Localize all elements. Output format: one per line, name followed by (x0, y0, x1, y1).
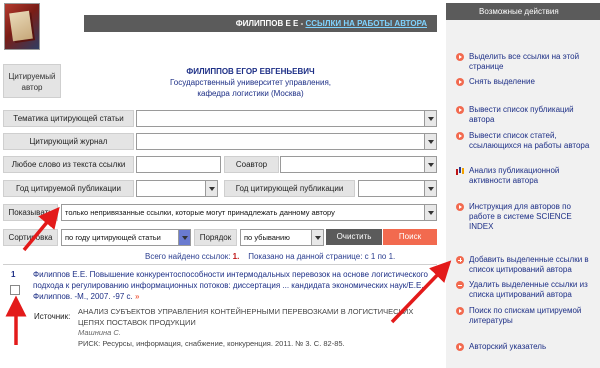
chevron-down-icon[interactable] (178, 230, 190, 245)
action-search-references[interactable]: Поиск по спискам цитируемой литературы (456, 306, 596, 326)
source-author: Машнина С. (78, 328, 121, 337)
filter-row-years: Год цитируемой публикации Год цитирующей… (3, 180, 437, 197)
source-publication: РИСК: Ресурсы, информация, снабжение, ко… (78, 338, 345, 348)
search-button[interactable]: Поиск (383, 229, 437, 245)
chevron-down-icon[interactable] (205, 181, 217, 196)
source-label: Источник: (34, 312, 71, 321)
found-prefix: Всего найдено ссылок: (145, 252, 233, 261)
actions-panel-title: Возможные действия (446, 3, 600, 20)
order-label: Порядок (194, 229, 237, 246)
journal-select[interactable] (136, 133, 437, 150)
citing-year-label: Год цитирующей публикации (224, 180, 355, 197)
topic-label: Тематика цитирующей статьи (3, 110, 134, 127)
chevron-down-icon[interactable] (424, 111, 436, 126)
sort-select-value: по году цитирующей статьи (65, 233, 161, 242)
arrow-bullet-icon (456, 106, 464, 114)
action-add-selected-label[interactable]: Добавить выделенные ссылки в список цити… (456, 255, 596, 275)
action-publication-analysis-label[interactable]: Анализ публикационной активности автора (456, 166, 596, 186)
clear-button[interactable]: Очистить (326, 229, 382, 245)
cited-author-label-line2: автор (21, 83, 43, 92)
more-arrow-icon[interactable]: » (135, 292, 139, 301)
found-count: 1. (232, 252, 240, 261)
show-label: Показывать (3, 204, 58, 221)
action-instructions-label[interactable]: Инструкция для авторов по работе в систе… (456, 202, 596, 232)
header-citations-link[interactable]: ССЫЛКИ НА РАБОТЫ АВТОРА (305, 19, 427, 28)
action-add-selected[interactable]: Добавить выделенные ссылки в список цити… (456, 255, 596, 275)
action-citing-articles-label[interactable]: Вывести список статей, ссылающихся на ра… (456, 131, 596, 151)
chevron-down-icon[interactable] (424, 134, 436, 149)
show-select[interactable]: только непривязанные ссылки, которые мог… (61, 204, 437, 221)
action-search-references-label[interactable]: Поиск по спискам цитируемой литературы (456, 306, 596, 326)
action-remove-selected-label[interactable]: Удалить выделенные ссылки из списка цити… (456, 280, 596, 300)
cited-author-label-line1: Цитируемый (8, 72, 56, 81)
source-title[interactable]: АНАЛИЗ СУБЪЕКТОВ УПРАВЛЕНИЯ КОНТЕЙНЕРНЫМ… (78, 307, 418, 328)
action-deselect-label[interactable]: Снять выделение (456, 77, 596, 87)
show-select-value: только непривязанные ссылки, которые мог… (65, 208, 335, 217)
chevron-down-icon[interactable] (424, 157, 436, 172)
anyword-input[interactable] (136, 156, 221, 173)
header-author-name: ФИЛИППОВ Е Е (235, 19, 299, 28)
bar-chart-icon (456, 167, 464, 175)
cited-year-label: Год цитируемой публикации (3, 180, 134, 197)
sort-select[interactable]: по году цитирующей статьи (61, 229, 191, 246)
arrow-bullet-icon (456, 53, 464, 61)
action-author-index[interactable]: Авторский указатель (456, 342, 596, 352)
page-header-bar: ФИЛИППОВ Е Е - ССЫЛКИ НА РАБОТЫ АВТОРА (84, 15, 437, 32)
filter-row-journal: Цитирующий журнал (3, 133, 437, 150)
anyword-label: Любое слово из текста ссылки (3, 156, 134, 173)
record-citation: Филиппов Е.Е. Повышение конкурентоспособ… (33, 269, 428, 302)
filter-row-anyword: Любое слово из текста ссылки Соавтор (3, 156, 437, 173)
citing-year-select[interactable] (358, 180, 437, 197)
action-citing-articles[interactable]: Вывести список статей, ссылающихся на ра… (456, 131, 596, 151)
arrow-bullet-icon (456, 343, 464, 351)
results-divider (3, 264, 437, 265)
filter-row-sort: Сортировка по году цитирующей статьи Пор… (3, 229, 437, 246)
action-author-publications-label[interactable]: Вывести список публикаций автора (456, 105, 596, 125)
author-info: ФИЛИППОВ ЕГОР ЕВГЕНЬЕВИЧ Государственный… (64, 66, 437, 99)
record-checkbox[interactable] (10, 285, 20, 295)
record-citation-text[interactable]: Филиппов Е.Е. Повышение конкурентоспособ… (33, 270, 428, 301)
plus-icon (456, 256, 464, 264)
shown-range-text: Показано на данной странице: с 1 по 1. (248, 252, 396, 261)
arrow-bullet-icon (456, 78, 464, 86)
cited-year-select[interactable] (136, 180, 218, 197)
chevron-down-icon[interactable] (424, 181, 436, 196)
sort-label: Сортировка (3, 229, 58, 246)
minus-icon (456, 281, 464, 289)
arrow-bullet-icon (456, 307, 464, 315)
action-instructions[interactable]: Инструкция для авторов по работе в систе… (456, 202, 596, 232)
science-index-page: ФИЛИППОВ Е Е - ССЫЛКИ НА РАБОТЫ АВТОРА Ц… (0, 0, 600, 368)
source-details: АНАЛИЗ СУБЪЕКТОВ УПРАВЛЕНИЯ КОНТЕЙНЕРНЫМ… (78, 307, 418, 349)
author-full-name: ФИЛИППОВ ЕГОР ЕВГЕНЬЕВИЧ (186, 67, 315, 76)
coauthor-label: Соавтор (224, 156, 279, 173)
arrow-bullet-icon (456, 132, 464, 140)
topic-select[interactable] (136, 110, 437, 127)
coauthor-select[interactable] (280, 156, 437, 173)
action-remove-selected[interactable]: Удалить выделенные ссылки из списка цити… (456, 280, 596, 300)
cited-author-label: Цитируемый автор (3, 64, 61, 98)
action-select-all[interactable]: Выделить все ссылки на этой странице (456, 52, 596, 72)
chevron-down-icon[interactable] (424, 205, 436, 220)
filter-row-show: Показывать только непривязанные ссылки, … (3, 204, 437, 221)
action-select-all-label[interactable]: Выделить все ссылки на этой странице (456, 52, 596, 72)
chevron-down-icon[interactable] (311, 230, 323, 245)
order-select-value: по убыванию (244, 233, 290, 242)
author-org-line1: Государственный университет управления, (169, 78, 331, 87)
order-select[interactable]: по убыванию (240, 229, 324, 246)
action-author-publications[interactable]: Вывести список публикаций автора (456, 105, 596, 125)
results-summary: Всего найдено ссылок: 1. Показано на дан… (145, 252, 395, 261)
filter-row-topic: Тематика цитирующей статьи (3, 110, 437, 127)
journal-label: Цитирующий журнал (3, 133, 134, 150)
author-org-line2: кафедра логистики (Москва) (197, 89, 304, 98)
record-number: 1 (11, 270, 16, 279)
action-deselect[interactable]: Снять выделение (456, 77, 596, 87)
book-cover-thumbnail (4, 3, 40, 50)
action-publication-analysis[interactable]: Анализ публикационной активности автора (456, 166, 596, 186)
action-author-index-label[interactable]: Авторский указатель (456, 342, 596, 352)
arrow-bullet-icon (456, 203, 464, 211)
